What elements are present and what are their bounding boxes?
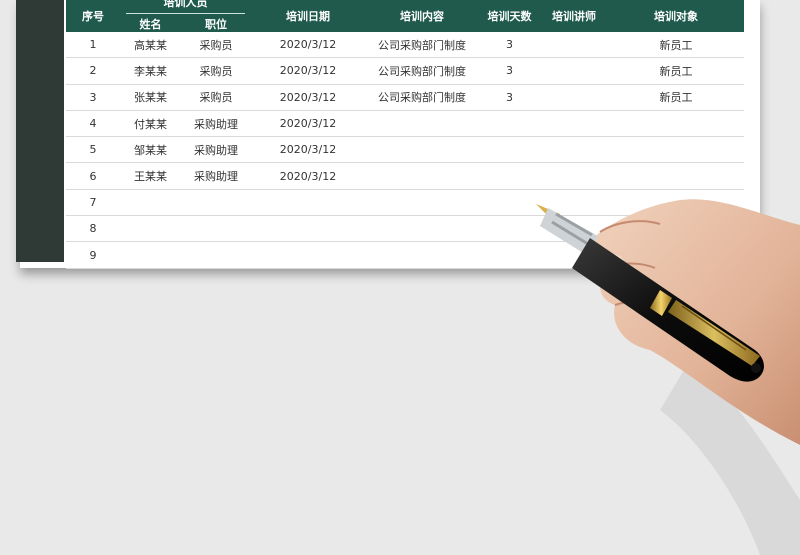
- hand-holding-pen-illustration: [536, 199, 800, 555]
